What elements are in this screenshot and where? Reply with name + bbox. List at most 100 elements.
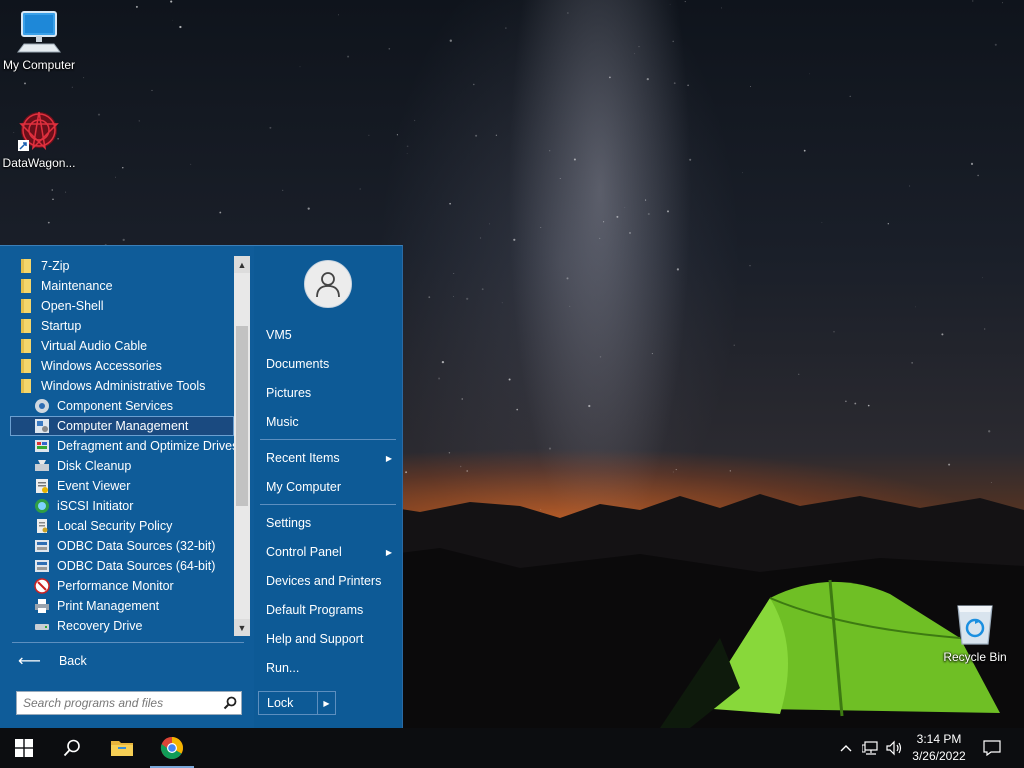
search-box[interactable] xyxy=(16,691,242,715)
user-avatar[interactable] xyxy=(304,260,352,308)
program-label: Defragment and Optimize Drives xyxy=(57,439,239,453)
lock-options-chevron-icon[interactable]: ▶ xyxy=(317,692,335,714)
star xyxy=(599,237,601,239)
star xyxy=(676,268,680,271)
program-folder[interactable]: Windows Accessories xyxy=(10,356,234,376)
desktop-icon-recycle-bin[interactable]: Recycle Bin xyxy=(936,600,1014,664)
taskbar-search-button[interactable] xyxy=(48,728,96,768)
star xyxy=(1002,2,1003,4)
menu-item-settings[interactable]: Settings xyxy=(260,512,396,534)
star xyxy=(667,210,669,213)
program-item[interactable]: Local Security Policy xyxy=(10,516,234,536)
star xyxy=(508,378,511,381)
chrome-icon xyxy=(160,737,183,759)
computer-management-icon xyxy=(34,418,50,434)
windows-start-icon xyxy=(15,739,33,757)
program-item[interactable]: iSCSI Initiator xyxy=(10,496,234,516)
menu-item-run[interactable]: Run... xyxy=(260,657,396,679)
star xyxy=(406,153,408,154)
star xyxy=(720,7,722,9)
odbc-icon xyxy=(34,558,50,574)
star xyxy=(135,5,138,8)
taskbar-chrome[interactable] xyxy=(148,728,196,768)
program-folder[interactable]: Windows Administrative Tools xyxy=(10,376,234,396)
program-item[interactable]: Computer Management xyxy=(10,416,234,436)
star xyxy=(684,1,686,3)
star xyxy=(24,82,26,85)
star xyxy=(849,95,851,97)
star xyxy=(741,172,743,174)
desktop-icon-my-computer[interactable]: My Computer xyxy=(0,8,78,72)
menu-item-label: Help and Support xyxy=(266,632,364,646)
lock-button[interactable]: Lock ▶ xyxy=(258,691,336,715)
program-folder[interactable]: Virtual Audio Cable xyxy=(10,336,234,356)
menu-item-label: Music xyxy=(266,415,299,429)
program-folder[interactable]: Maintenance xyxy=(10,276,234,296)
menu-item-label: Settings xyxy=(266,516,312,530)
star xyxy=(616,215,619,218)
taskbar-clock[interactable]: 3:14 PM 3/26/2022 xyxy=(904,731,974,765)
tray-volume[interactable] xyxy=(884,728,906,768)
menu-item-default-programs[interactable]: Default Programs xyxy=(260,599,396,621)
menu-item-pictures[interactable]: Pictures xyxy=(260,382,396,404)
star xyxy=(984,328,986,330)
star xyxy=(505,27,507,29)
star xyxy=(647,212,650,216)
tray-overflow-button[interactable] xyxy=(836,728,856,768)
program-folder[interactable]: 7-Zip xyxy=(10,256,234,276)
taskbar-file-explorer[interactable] xyxy=(98,728,146,768)
search-input[interactable] xyxy=(17,693,219,713)
star xyxy=(970,162,974,165)
star xyxy=(669,3,671,5)
iscsi-icon xyxy=(34,498,50,514)
menu-item-devices-and-printers[interactable]: Devices and Printers xyxy=(260,570,396,592)
program-item[interactable]: Recovery Drive xyxy=(10,616,234,636)
program-item[interactable]: ODBC Data Sources (32-bit) xyxy=(10,536,234,556)
back-button[interactable]: ⟵ Back xyxy=(12,650,87,672)
star xyxy=(854,402,857,405)
program-item[interactable]: Component Services xyxy=(10,396,234,416)
menu-item-my-computer[interactable]: My Computer xyxy=(260,476,396,498)
program-item[interactable]: ODBC Data Sources (64-bit) xyxy=(10,556,234,576)
menu-item-label: Run... xyxy=(266,661,300,675)
action-center-button[interactable] xyxy=(980,728,1004,768)
star xyxy=(489,223,490,225)
program-item[interactable]: Print Management xyxy=(10,596,234,616)
star xyxy=(638,45,640,48)
star xyxy=(516,408,519,411)
menu-item-help-and-support[interactable]: Help and Support xyxy=(260,628,396,650)
star xyxy=(122,238,125,242)
tray-network[interactable] xyxy=(860,728,882,768)
star xyxy=(687,84,689,87)
clock-date: 3/26/2022 xyxy=(912,749,966,763)
menu-item-label: Control Panel xyxy=(266,545,342,559)
folder-icon xyxy=(18,358,34,374)
menu-item-control-panel[interactable]: Control Panel ▶ xyxy=(260,541,396,563)
star xyxy=(909,185,911,187)
program-folder[interactable]: Startup xyxy=(10,316,234,336)
star xyxy=(83,77,85,79)
scroll-down-arrow-icon[interactable]: ▼ xyxy=(234,619,250,636)
star xyxy=(540,227,542,229)
start-button[interactable] xyxy=(0,728,48,768)
desktop-icon-label: Recycle Bin xyxy=(943,650,1007,664)
star xyxy=(646,77,649,81)
scroll-up-arrow-icon[interactable]: ▲ xyxy=(234,256,250,273)
program-item[interactable]: Disk Cleanup xyxy=(10,456,234,476)
search-icon[interactable] xyxy=(219,696,241,710)
desktop-icon-datawagon[interactable]: DataWagon... xyxy=(0,106,78,170)
programs-scrollbar[interactable]: ▲ ▼ xyxy=(234,256,250,636)
datawagon-icon xyxy=(18,111,59,151)
menu-item-documents[interactable]: Documents xyxy=(260,353,396,375)
program-item[interactable]: Event Viewer xyxy=(10,476,234,496)
menu-item-vm5[interactable]: VM5 xyxy=(260,324,396,346)
program-item[interactable]: Defragment and Optimize Drives xyxy=(10,436,238,456)
menu-item-music[interactable]: Music xyxy=(260,411,396,433)
star xyxy=(833,330,835,333)
program-item[interactable]: Performance Monitor xyxy=(10,576,234,596)
scrollbar-thumb[interactable] xyxy=(236,326,248,506)
program-folder[interactable]: Open-Shell xyxy=(10,296,234,316)
star xyxy=(867,404,870,407)
submenu-arrow-icon: ▶ xyxy=(385,453,392,463)
menu-item-recent-items[interactable]: Recent Items ▶ xyxy=(260,447,396,469)
